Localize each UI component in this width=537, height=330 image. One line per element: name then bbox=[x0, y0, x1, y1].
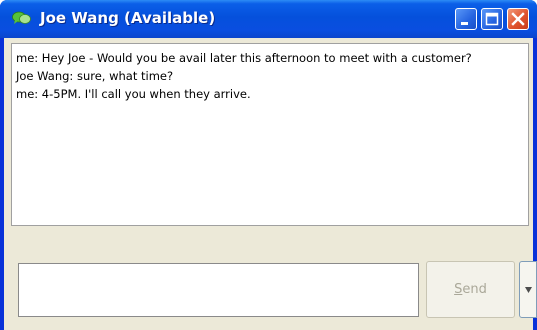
close-button[interactable] bbox=[507, 8, 529, 30]
minimize-button[interactable] bbox=[455, 8, 477, 30]
chat-message: me: Hey Joe - Would you be avail later t… bbox=[16, 51, 472, 65]
close-icon bbox=[511, 12, 525, 26]
window-title: Joe Wang (Available) bbox=[40, 9, 216, 27]
send-button[interactable]: Send bbox=[426, 261, 515, 318]
minimize-icon bbox=[461, 22, 468, 25]
chat-transcript[interactable]: me: Hey Joe - Would you be avail later t… bbox=[11, 43, 529, 226]
chat-message: me: 4-5PM. I'll call you when they arriv… bbox=[16, 87, 251, 101]
chat-window: Joe Wang (Available) me: Hey Joe - Would… bbox=[0, 0, 537, 330]
chat-message: Joe Wang: sure, what time? bbox=[16, 69, 174, 83]
maximize-button[interactable] bbox=[481, 8, 503, 30]
title-bar[interactable]: Joe Wang (Available) bbox=[0, 0, 537, 38]
triangle-down-icon bbox=[525, 287, 532, 293]
send-label-accelerator: S bbox=[454, 282, 463, 297]
message-input[interactable] bbox=[18, 263, 419, 317]
chat-bubbles-icon bbox=[12, 11, 31, 24]
send-label: end bbox=[462, 282, 487, 297]
maximize-icon bbox=[485, 12, 499, 26]
more-options-button[interactable] bbox=[519, 261, 537, 318]
